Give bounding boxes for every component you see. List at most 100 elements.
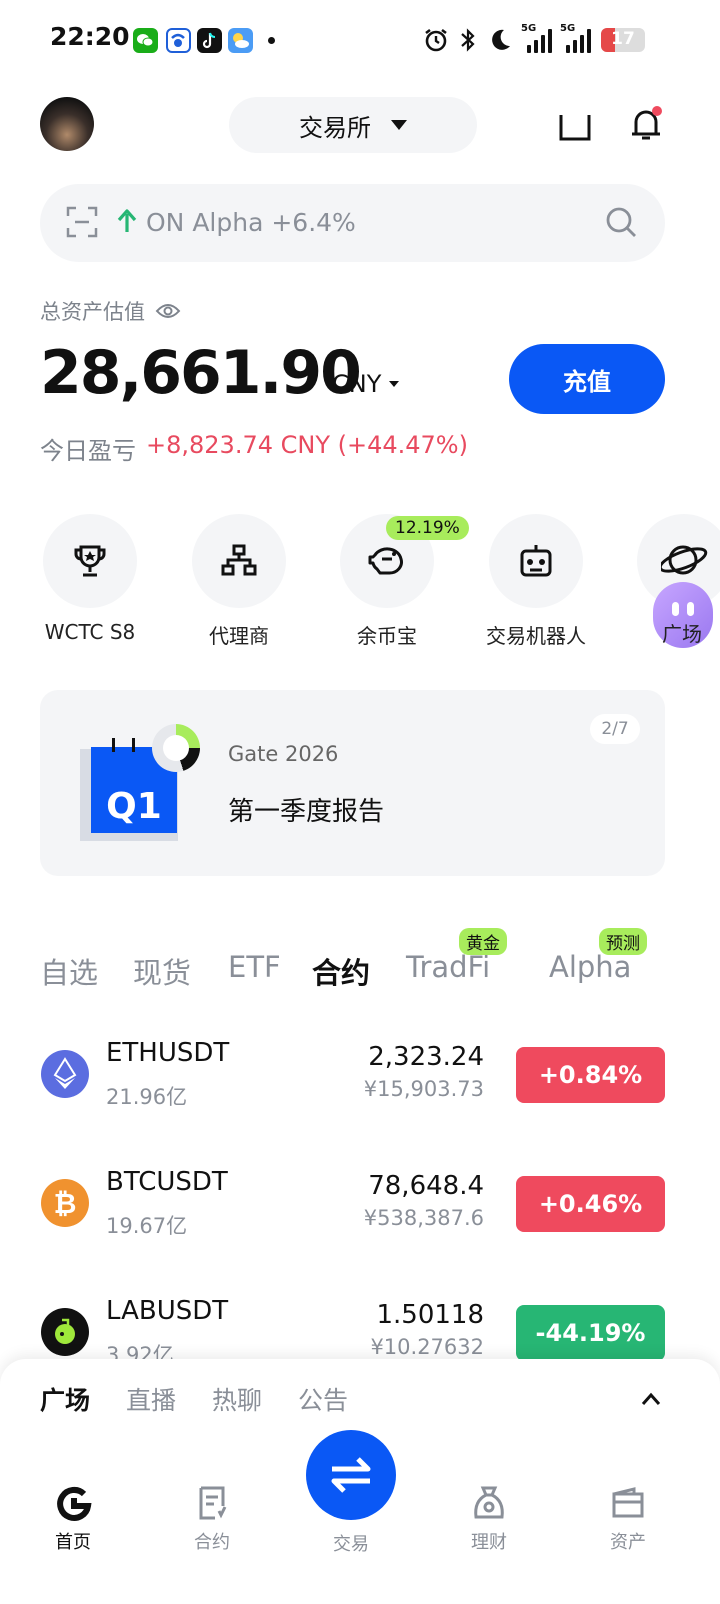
tab-badge: 预测 — [599, 928, 647, 955]
calendar-ring — [132, 738, 135, 752]
nav-label: 合约 — [194, 1532, 230, 1553]
feed-tab-announcements[interactable]: 公告 — [298, 1381, 348, 1417]
signal-1: 5G — [521, 23, 552, 53]
nav-finance[interactable]: 理财 — [429, 1484, 549, 1554]
tab-spot[interactable]: 现货 — [133, 950, 191, 992]
planet-icon — [661, 545, 708, 575]
market-fiat-price: ¥10.27632 — [370, 1335, 484, 1359]
market-price: 78,648.4 — [368, 1171, 484, 1201]
asset-label-row: 总资产估值 — [40, 296, 181, 326]
contract-icon — [199, 1486, 227, 1520]
net-label-2: 5G — [560, 23, 576, 34]
pnl-label: 今日盈亏 — [40, 437, 136, 465]
battery-level: 17 — [611, 29, 635, 49]
banner-title: 第一季度报告 — [228, 797, 385, 827]
wallet-icon — [612, 1487, 644, 1518]
nav-home[interactable]: 首页 — [13, 1484, 133, 1554]
market-fiat-price: ¥538,387.6 — [363, 1206, 484, 1230]
status-time: 22:20 — [50, 22, 130, 51]
feed-tab-hot-chat[interactable]: 热聊 — [212, 1381, 262, 1417]
trending-up-icon — [117, 209, 137, 232]
shortcut-wctc[interactable]: WCTC S8 — [15, 514, 165, 644]
eye-icon[interactable] — [155, 302, 181, 320]
btc-icon: ₿ — [41, 1179, 89, 1227]
currency-selector[interactable]: CNY — [332, 370, 400, 398]
status-right: 5G 5G 17 — [423, 23, 645, 56]
robot-icon — [520, 545, 552, 577]
nav-label: 首页 — [55, 1532, 91, 1553]
exchange-switcher[interactable]: 交易所 — [229, 97, 477, 153]
chevron-up-icon[interactable] — [641, 1392, 661, 1406]
nav-contracts[interactable]: 合约 — [152, 1484, 272, 1554]
tab-favorites[interactable]: 自选 — [40, 950, 98, 992]
currency-label: CNY — [332, 370, 382, 398]
shortcut-label: WCTC S8 — [44, 620, 136, 644]
banner-page-indicator: 2/7 — [590, 714, 640, 744]
tiktok-icon — [197, 28, 222, 53]
market-symbol: LABUSDT — [106, 1296, 229, 1326]
eth-icon — [41, 1050, 89, 1098]
market-price: 1.50118 — [376, 1300, 484, 1330]
home-icon — [57, 1486, 92, 1521]
tab-badge: 黄金 — [459, 928, 507, 955]
market-volume: 19.67亿 — [106, 1214, 188, 1238]
calendar-ring — [112, 738, 115, 752]
bell-icon[interactable] — [628, 104, 664, 144]
caret-down-icon — [389, 381, 400, 387]
wechat-icon — [133, 28, 158, 53]
shortcut-trading-bot[interactable]: 交易机器人 — [461, 514, 611, 649]
search-icon[interactable] — [604, 205, 638, 239]
square-icon[interactable] — [559, 113, 591, 141]
swap-icon — [331, 1457, 371, 1493]
apy-badge: 12.19% — [386, 516, 469, 540]
market-price: 2,323.24 — [368, 1042, 484, 1072]
signal-2: 5G — [560, 23, 591, 53]
pnl-row: 今日盈亏 +8,823.74 CNY (+44.47%) — [40, 431, 468, 466]
total-asset-value: 28,661.90 — [40, 338, 362, 408]
market-change[interactable]: +0.84% — [516, 1047, 665, 1103]
deposit-button[interactable]: 充值 — [509, 344, 665, 414]
market-change[interactable]: -44.19% — [516, 1305, 665, 1361]
shortcut-label: 广场 — [662, 622, 702, 646]
lab-icon — [41, 1308, 89, 1356]
avatar[interactable] — [40, 97, 94, 151]
weather-icon — [228, 28, 253, 53]
nav-label: 理财 — [471, 1532, 507, 1553]
market-fiat-price: ¥15,903.73 — [363, 1077, 484, 1101]
feed-tab-live[interactable]: 直播 — [126, 1381, 176, 1417]
exchange-label: 交易所 — [299, 113, 371, 142]
shortcut-agent[interactable]: 代理商 — [164, 514, 314, 649]
search-placeholder: ON Alpha +6.4% — [146, 208, 356, 237]
caret-down-icon — [391, 120, 407, 130]
nav-label: 交易 — [333, 1534, 369, 1555]
market-volume: 21.96亿 — [106, 1085, 188, 1109]
alarm-icon — [425, 28, 447, 52]
banner-subtitle: Gate 2026 — [228, 742, 339, 766]
piggy-bank-icon — [368, 547, 403, 575]
pnl-value: +8,823.74 CNY (+44.47%) — [146, 431, 468, 459]
tab-alpha[interactable]: Alpha — [549, 950, 631, 984]
bluetooth-icon — [461, 28, 475, 52]
notification-dot — [268, 37, 275, 44]
market-symbol: BTCUSDT — [106, 1167, 228, 1197]
finance-icon — [474, 1486, 504, 1519]
shortcut-label: 交易机器人 — [486, 624, 586, 648]
asset-label: 总资产估值 — [40, 300, 145, 324]
tab-tradfi[interactable]: TradFi — [406, 950, 490, 984]
progress-ring-icon — [152, 724, 200, 772]
nav-assets[interactable]: 资产 — [568, 1484, 688, 1554]
trade-button[interactable] — [306, 1430, 396, 1520]
trophy-icon — [74, 545, 106, 577]
tab-etf[interactable]: ETF — [228, 950, 281, 984]
moon-icon — [492, 29, 510, 50]
org-chart-icon — [221, 544, 257, 576]
shortcut-label: 余币宝 — [357, 624, 417, 648]
feed-tab-square[interactable]: 广场 — [40, 1381, 90, 1417]
scan-icon[interactable] — [66, 206, 98, 238]
market-symbol: ETHUSDT — [106, 1038, 230, 1068]
market-change[interactable]: +0.46% — [516, 1176, 665, 1232]
app-icon — [166, 28, 191, 53]
tab-futures[interactable]: 合约 — [312, 950, 370, 992]
battery-indicator: 17 — [601, 28, 645, 52]
shortcut-label: 代理商 — [209, 624, 269, 648]
